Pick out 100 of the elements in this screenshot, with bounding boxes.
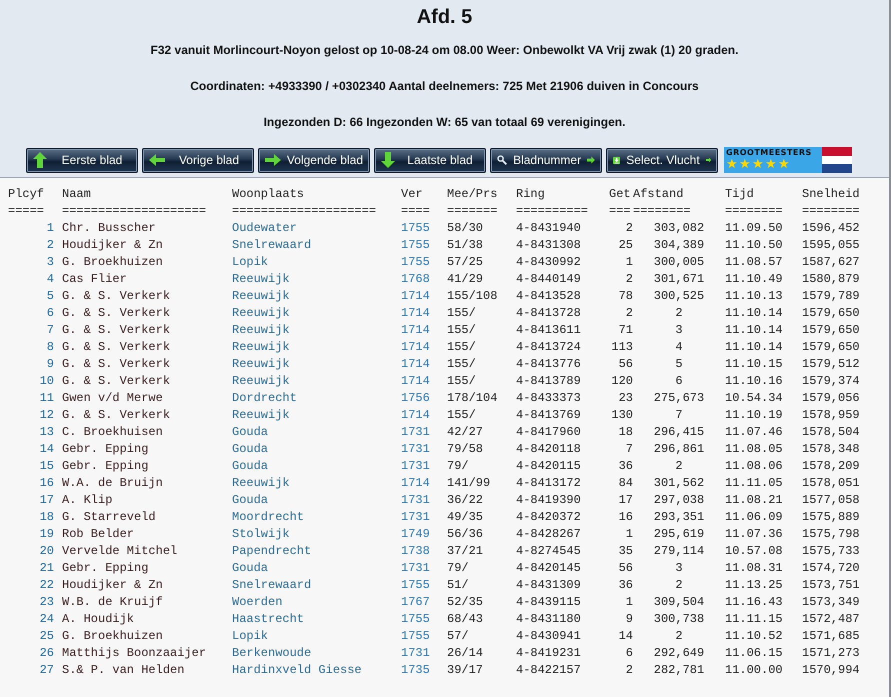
table-cell-text: 304,389 xyxy=(652,237,706,254)
logo-text: GROOTMEESTERS xyxy=(726,148,813,157)
table-cell-text: 71 xyxy=(618,322,633,339)
table-cell-text: 26 xyxy=(38,645,55,662)
table-cell-text: 56 xyxy=(618,560,633,577)
table-cell-text: 1573,349 xyxy=(802,594,861,611)
table-cell-text: 16 xyxy=(38,475,55,492)
table-cell-text: 2 xyxy=(674,628,684,645)
table-cell-text: 11.06.09 xyxy=(725,509,784,526)
table-cell-text: 1738 xyxy=(401,543,431,560)
table-cell-text: 155/ xyxy=(447,322,477,339)
table-cell-text: 23 xyxy=(618,390,633,407)
table-cell-text: 2 xyxy=(674,305,684,322)
table-cell-text: 1579,512 xyxy=(802,356,861,373)
table-cell-text: 1 xyxy=(624,254,633,271)
table-cell-text: 2 xyxy=(624,305,633,322)
race-info-text: Coordinaten: +4933390 / +0302340 Aantal deelnemers: 725 Met 21906 duiven in Concours xyxy=(190,79,699,93)
table-cell-text: 5 xyxy=(674,356,684,373)
table-cell-text: 1572,487 xyxy=(802,611,861,628)
table-cell-text: Stolwijk xyxy=(232,526,291,543)
table-cell-text: 36/22 xyxy=(447,492,484,509)
table-cell-text: 10 xyxy=(38,373,55,390)
table-cell-text: Gebr. Epping xyxy=(62,560,150,577)
table-cell-text: 11.06.15 xyxy=(725,645,784,662)
table-cell-text: 57/ xyxy=(447,628,470,645)
table-cell-text: 1767 xyxy=(401,594,431,611)
table-cell-text: 1 xyxy=(624,594,633,611)
table-cell-text: Rob Belder xyxy=(62,526,136,543)
table-cell-text: 4-8422157 xyxy=(516,662,582,679)
nav-button[interactable]: Volgende blad xyxy=(258,148,370,172)
table-cell-text: 4-8439115 xyxy=(516,594,582,611)
table-cell-text: 300,005 xyxy=(652,254,706,271)
column-rule: ==== xyxy=(401,203,431,220)
table-cell-text: 25 xyxy=(618,237,633,254)
logo[interactable]: GROOTMEESTERS ★★★★★ xyxy=(724,147,852,173)
table-cell-text: 4-8433373 xyxy=(516,390,582,407)
table-cell-text: Dordrecht xyxy=(232,390,298,407)
table-cell-text: G. & S. Verkerk xyxy=(62,305,172,322)
table-cell-text: 42/27 xyxy=(447,424,484,441)
table-cell-text: Reeuwijk xyxy=(232,339,291,356)
column-rule: ==================== xyxy=(232,203,378,220)
table-cell-text: 11.10.14 xyxy=(725,339,784,356)
column-rule: === xyxy=(609,203,632,220)
nav-button[interactable]: Bladnummer xyxy=(490,148,602,172)
table-cell-text: 4-8413728 xyxy=(516,305,582,322)
table-cell-text: 1755 xyxy=(401,611,431,628)
table-cell-text: 11.08.05 xyxy=(725,441,784,458)
table-cell-text: 4-8413769 xyxy=(516,407,582,424)
table-cell-text: 79/ xyxy=(447,458,470,475)
table-cell-text: 10.57.08 xyxy=(725,543,784,560)
table-cell-text: 78 xyxy=(618,288,633,305)
table-cell-text: 1575,733 xyxy=(802,543,861,560)
table-cell-text: G. Broekhuizen xyxy=(62,628,164,645)
table-cell-text: 18 xyxy=(618,424,633,441)
table-cell-text: Papendrecht xyxy=(232,543,312,560)
table-cell-text: Reeuwijk xyxy=(232,288,291,305)
nav-button[interactable]: Vorige blad xyxy=(142,148,254,172)
table-cell-text: A. Klip xyxy=(62,492,114,509)
table-cell-text: 1579,650 xyxy=(802,339,861,356)
table-cell-text: 11.07.46 xyxy=(725,424,784,441)
table-cell-text: Reeuwijk xyxy=(232,305,291,322)
column-header: Naam xyxy=(62,186,92,203)
table-cell-text: 41/29 xyxy=(447,271,484,288)
column-header: Ring xyxy=(516,186,546,203)
table-cell-text: 16 xyxy=(618,509,633,526)
table-cell-text: Reeuwijk xyxy=(232,373,291,390)
table-cell-text: 4-8420118 xyxy=(516,441,582,458)
table-cell-text: 25 xyxy=(38,628,55,645)
table-cell-text: G. & S. Verkerk xyxy=(62,356,172,373)
table-cell-text: 113 xyxy=(610,339,633,356)
table-cell-text: 155/108 xyxy=(447,288,498,305)
table-cell-text: 1714 xyxy=(401,339,431,356)
table-cell-text: Cas Flier xyxy=(62,271,128,288)
table-cell-text: 4-8431308 xyxy=(516,237,582,254)
table-cell-text: 4-8413611 xyxy=(516,322,582,339)
table-cell-text: 21 xyxy=(38,560,55,577)
nav-button[interactable]: Select. Vlucht xyxy=(606,148,718,172)
table-cell-text: Gouda xyxy=(232,441,270,458)
table-cell-text: 5 xyxy=(46,288,55,305)
table-cell-text: 1571,685 xyxy=(802,628,861,645)
table-cell-text: 1756 xyxy=(401,390,431,407)
table-cell-text: 11.08.57 xyxy=(725,254,784,271)
table-cell-text: Gouda xyxy=(232,492,270,509)
table-cell-text: 49/35 xyxy=(447,509,484,526)
table-cell-text: Gouda xyxy=(232,560,270,577)
table-cell-text: 3 xyxy=(674,560,684,577)
table-cell-text: 14 xyxy=(38,441,55,458)
table-cell-text: 1575,798 xyxy=(802,526,861,543)
table-cell-text: 27 xyxy=(38,662,55,679)
table-cell-text: 4-8413776 xyxy=(516,356,582,373)
table-cell-text: 6 xyxy=(624,645,633,662)
table-cell-text: 4-8431309 xyxy=(516,577,582,594)
table-cell-text: 141/99 xyxy=(447,475,492,492)
nav-button[interactable]: Laatste blad xyxy=(374,148,486,172)
table-cell-text: 22 xyxy=(38,577,55,594)
table-cell-text: 1579,650 xyxy=(802,322,861,339)
table-cell-text: 4-8420115 xyxy=(516,458,582,475)
table-cell-text: Lopik xyxy=(232,254,270,271)
nav-button[interactable]: Eerste blad xyxy=(26,148,138,172)
table-cell-text: 4-8417960 xyxy=(516,424,582,441)
